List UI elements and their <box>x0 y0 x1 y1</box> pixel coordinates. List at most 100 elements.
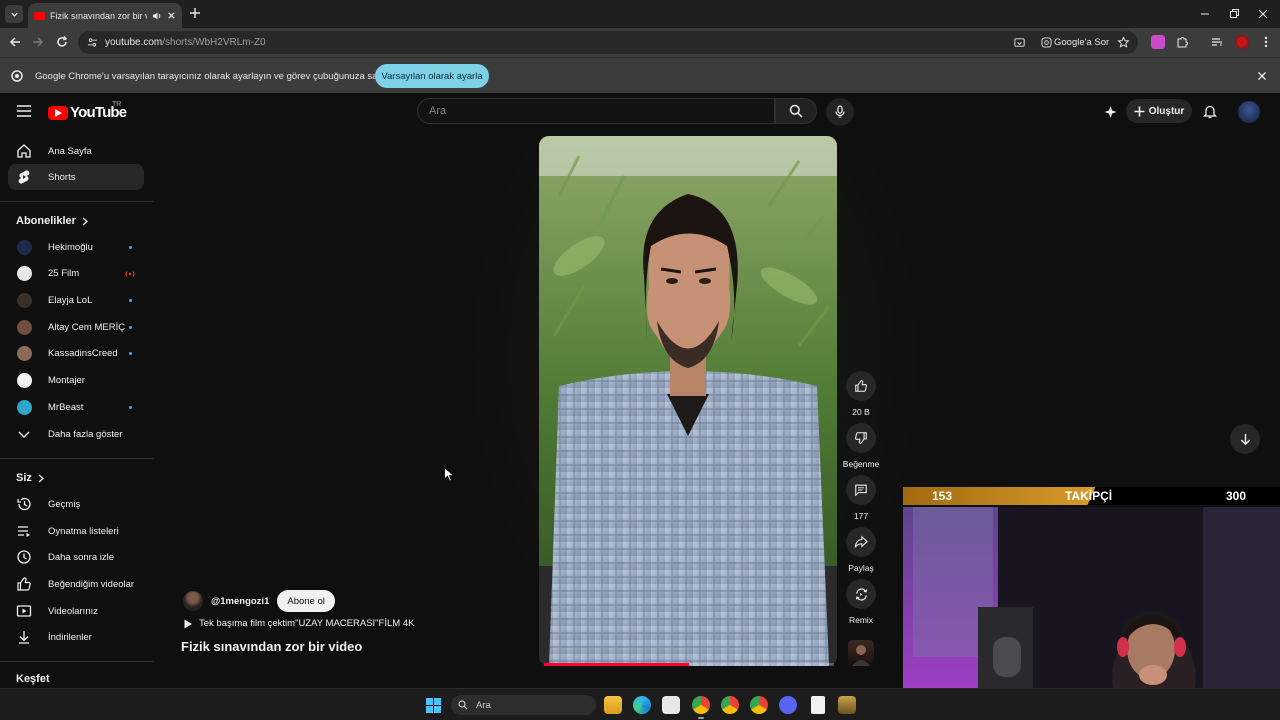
voice-search-button[interactable] <box>826 98 854 126</box>
google-lens-button[interactable]: Google'a Sor <box>1036 33 1115 52</box>
search-icon <box>458 700 468 710</box>
sound-thumbnail[interactable] <box>848 640 874 666</box>
shorts-video[interactable] <box>539 136 837 666</box>
edge-icon[interactable] <box>633 696 651 714</box>
sidebar-item-history[interactable]: Geçmiş <box>8 491 144 517</box>
subscription-label: KassadinsCreed <box>48 348 118 360</box>
new-tab-icon[interactable] <box>188 6 202 20</box>
video-title[interactable]: Fizik sınavından zor bir video <box>181 639 362 654</box>
extension-icon[interactable] <box>1151 35 1165 49</box>
dislike-button[interactable]: Beğenme <box>843 423 879 469</box>
extensions-puzzle-icon[interactable] <box>1175 35 1189 49</box>
show-more-button[interactable]: Daha fazla göster <box>8 421 144 447</box>
chevron-right-icon <box>38 474 44 482</box>
ai-sparkle-icon[interactable] <box>1103 105 1118 119</box>
create-label: Oluştur <box>1148 105 1185 117</box>
store-icon[interactable] <box>662 696 680 714</box>
bookmark-star-icon[interactable] <box>1117 36 1130 49</box>
set-default-button[interactable]: Varsayılan olarak ayarla <box>375 64 489 88</box>
subscriptions-title: Abonelikler <box>16 215 76 227</box>
sidebar-divider <box>0 458 154 459</box>
lens-icon <box>1041 37 1052 48</box>
you-heading[interactable]: Siz <box>16 472 44 484</box>
subscription-item[interactable]: 25 Film <box>8 261 144 287</box>
follower-goal-label: TAKİPÇİ <box>1065 489 1113 503</box>
channel-avatar <box>17 292 32 308</box>
next-video-button[interactable] <box>1230 424 1260 454</box>
sound-avatar-image <box>852 645 870 666</box>
hamburger-menu-icon[interactable] <box>17 105 31 117</box>
address-bar[interactable]: youtube.com/shorts/WbH2VRLm-Z0 Google'a … <box>78 31 1138 54</box>
comments-button[interactable]: 177 <box>846 475 876 521</box>
close-infobar-icon[interactable] <box>1257 71 1267 81</box>
browser-tab-active[interactable]: Fizik sınavından zor bir video <box>28 3 182 28</box>
sidebar-item-liked-videos[interactable]: Beğendiğim videolar <box>8 571 144 597</box>
tab-search-button[interactable] <box>5 5 23 23</box>
channel-row: @1mengozi1 Abone ol <box>183 590 335 612</box>
search-box <box>417 98 775 124</box>
follower-current-count: 153 <box>932 489 953 503</box>
subscription-item[interactable]: Hekimoğlu <box>8 234 144 260</box>
sidebar-item-your-videos[interactable]: Videolarınız <box>8 598 144 624</box>
discord-icon[interactable] <box>779 696 797 714</box>
subscription-item[interactable]: KassadinsCreed <box>8 341 144 367</box>
sidebar-item-playlists[interactable]: Oynatma listeleri <box>8 518 144 544</box>
chevron-right-icon <box>82 217 88 225</box>
youtube-logo[interactable]: YouTube TR <box>48 101 127 121</box>
speaker-icon[interactable] <box>152 11 162 21</box>
windows-start-icon[interactable] <box>426 698 441 713</box>
taskbar-search[interactable]: Ara <box>451 695 596 715</box>
cast-icon[interactable] <box>1013 36 1026 49</box>
sidebar: Ana Sayfa Shorts Abonelikler Hekimoğlu 25… <box>0 133 154 689</box>
channel-name[interactable]: @1mengozi1 <box>211 596 269 607</box>
back-icon[interactable] <box>8 35 22 49</box>
like-button[interactable]: 20 B <box>846 371 876 417</box>
profile-avatar[interactable] <box>1235 35 1249 49</box>
video-progress-bar[interactable] <box>544 663 834 666</box>
linked-video-row[interactable]: Tek başıma film çektim"UZAY MACERASI"FİL… <box>183 618 414 629</box>
minimize-icon[interactable] <box>1198 7 1212 21</box>
notepad-icon[interactable] <box>811 696 825 714</box>
remix-button[interactable]: Remix <box>846 579 876 625</box>
subscription-item[interactable]: Altay Cem MERİÇ <box>8 314 144 340</box>
sidebar-item-label: Oynatma listeleri <box>48 525 119 537</box>
downloads-icon <box>19 631 29 644</box>
search-icon <box>789 104 803 118</box>
sidebar-item-watch-later[interactable]: Daha sonra izle <box>8 544 144 570</box>
media-controls-icon[interactable] <box>1210 35 1224 49</box>
webcam-image <box>903 507 1280 688</box>
subscriptions-heading[interactable]: Abonelikler <box>16 215 88 227</box>
share-button[interactable]: Paylaş <box>846 527 876 573</box>
search-button[interactable] <box>775 98 817 124</box>
sidebar-item-home[interactable]: Ana Sayfa <box>8 138 144 164</box>
notifications-bell-icon[interactable] <box>1203 104 1217 119</box>
sidebar-item-shorts[interactable]: Shorts <box>8 164 144 190</box>
search-input[interactable] <box>429 105 749 117</box>
share-label: Paylaş <box>848 563 874 573</box>
chrome-menu-icon[interactable] <box>1259 35 1273 49</box>
subscribe-button[interactable]: Abone ol <box>277 590 335 612</box>
subscription-item[interactable]: MrBeast <box>8 394 144 420</box>
game-launcher-icon[interactable] <box>838 696 856 714</box>
linked-video-title: Tek başıma film çektim"UZAY MACERASI"FİL… <box>199 618 415 629</box>
subscription-item[interactable]: Elayja LoL <box>8 287 144 313</box>
subscription-item[interactable]: Montajer <box>8 368 144 394</box>
account-avatar[interactable] <box>1238 101 1260 123</box>
new-content-dot <box>129 245 132 249</box>
close-window-icon[interactable] <box>1256 7 1270 21</box>
subscription-label: Montajer <box>48 375 85 386</box>
create-button[interactable]: Oluştur <box>1126 99 1192 123</box>
sidebar-divider <box>0 201 154 202</box>
close-tab-icon[interactable] <box>167 11 176 20</box>
site-info-icon[interactable] <box>87 37 98 48</box>
chrome-icon[interactable] <box>692 696 710 714</box>
chrome-icon[interactable] <box>750 696 768 714</box>
reload-icon[interactable] <box>55 35 69 49</box>
file-explorer-icon[interactable] <box>604 696 622 714</box>
forward-icon[interactable] <box>31 35 45 49</box>
sidebar-item-label: Beğendiğim videolar <box>48 578 135 590</box>
sidebar-item-downloads[interactable]: İndirilenler <box>8 624 144 650</box>
chrome-icon[interactable] <box>721 696 739 714</box>
channel-avatar[interactable] <box>183 591 203 611</box>
restore-icon[interactable] <box>1227 7 1241 21</box>
